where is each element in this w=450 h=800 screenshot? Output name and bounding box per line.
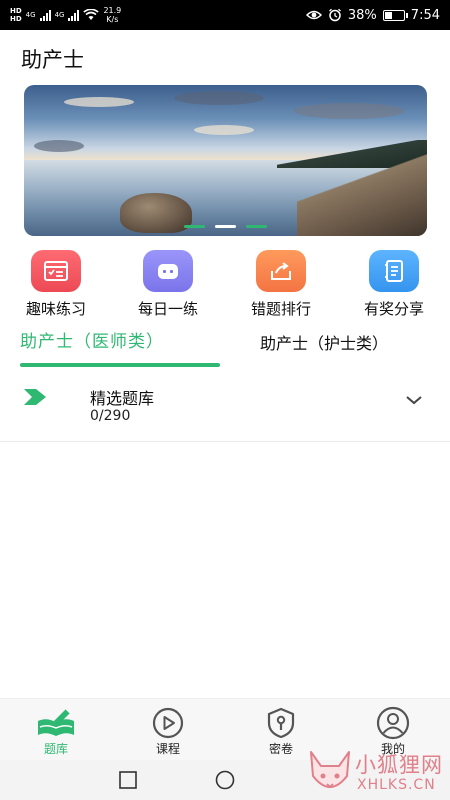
tab-midwife-doctor[interactable]: 助产士（医师类） [20, 327, 164, 352]
status-right: 38% 7:54 [305, 7, 440, 23]
quick-action-daily[interactable]: 每日一练 [118, 250, 218, 319]
watermark: 小狐狸网 XHLKS.CN [305, 744, 450, 800]
wifi-icon [83, 9, 100, 20]
clock-time: 7:54 [410, 7, 440, 23]
carousel-dot[interactable] [246, 225, 267, 228]
tab-midwife-nurse[interactable]: 助产士（护士类） [260, 330, 388, 354]
secret-paper-icon [241, 707, 321, 739]
green-arrow-icon [24, 389, 46, 405]
category-tabs: 助产士（医师类） 助产士（护士类） [0, 325, 450, 370]
home-button[interactable] [214, 770, 236, 790]
quick-action-wrong-ranking[interactable]: 错题排行 [231, 250, 331, 319]
rank-share-icon [256, 250, 306, 292]
signal-2-icon [68, 9, 80, 21]
page-title: 助产士 [21, 48, 84, 72]
eye-icon [305, 10, 322, 20]
carousel-dot[interactable] [215, 225, 236, 228]
profile-icon [353, 706, 433, 740]
watermark-text-en: XHLKS.CN [357, 777, 436, 793]
notebook-icon [369, 250, 419, 292]
status-bar: HD HD 4G 4G 21.9 K/s 38% 7:54 [0, 0, 450, 30]
fox-logo-icon [310, 751, 350, 789]
nav-question-bank[interactable]: 题库 [16, 707, 96, 757]
watermark-text-cn: 小狐狸网 [355, 753, 443, 777]
hd-label-2: HD [10, 15, 22, 23]
banner-carousel[interactable] [24, 85, 427, 236]
recent-apps-button[interactable] [118, 770, 138, 790]
alarm-icon [328, 8, 341, 22]
quick-action-practice[interactable]: 趣味练习 [6, 250, 106, 319]
question-bank-icon [16, 707, 96, 739]
network-label-1: 4G [25, 11, 36, 19]
practice-icon [31, 250, 81, 292]
robot-icon [143, 250, 193, 292]
play-course-icon [128, 707, 208, 739]
list-item-progress: 0/290 [90, 408, 131, 424]
quick-action-share-reward[interactable]: 有奖分享 [344, 250, 444, 319]
network-speed: 21.9 K/s [103, 6, 122, 24]
battery-icon [382, 9, 408, 21]
network-label-2: 4G [54, 11, 65, 19]
list-item-title: 精选题库 [90, 389, 155, 408]
quick-actions: 趣味练习 每日一练 错题排行 有奖分享 [0, 250, 450, 320]
battery-percent: 38% [347, 7, 377, 23]
carousel-dot[interactable] [184, 225, 205, 228]
hd-label-1: HD [10, 7, 22, 15]
active-tab-indicator [20, 363, 220, 367]
app-screen: HD HD 4G 4G 21.9 K/s 38% 7:54 助产士 趣味练习 每… [0, 0, 450, 800]
carousel-indicator [24, 225, 427, 228]
list-item[interactable]: 精选题库 0/290 [0, 378, 450, 442]
signal-1-icon [39, 9, 51, 21]
status-left: HD HD 4G 4G 21.9 K/s [10, 6, 121, 24]
chevron-down-icon[interactable] [404, 393, 424, 407]
nav-course[interactable]: 课程 [128, 707, 208, 757]
